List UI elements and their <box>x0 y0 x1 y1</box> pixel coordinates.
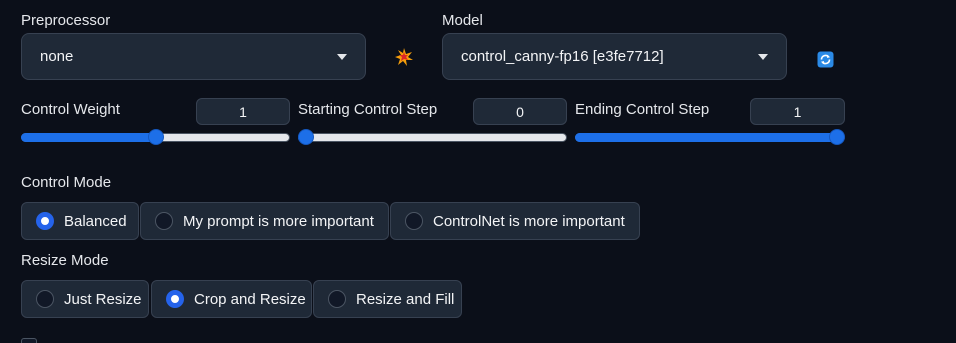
radio-icon <box>36 212 54 230</box>
control-weight-label: Control Weight <box>21 101 120 118</box>
radio-label: Balanced <box>64 212 127 230</box>
slider-fill <box>575 133 837 142</box>
slider-thumb[interactable] <box>298 129 314 145</box>
preprocessor-value: none <box>40 48 74 65</box>
control-mode-option-prompt[interactable]: My prompt is more important <box>140 202 389 240</box>
chevron-down-icon <box>758 53 768 60</box>
checkbox[interactable] <box>21 338 37 343</box>
slider-thumb[interactable] <box>147 129 164 145</box>
model-value: control_canny-fp16 [e3fe7712] <box>461 48 664 65</box>
collision-icon[interactable] <box>393 46 415 68</box>
starting-step-label: Starting Control Step <box>298 101 438 118</box>
radio-icon <box>36 290 54 308</box>
controlnet-settings-panel: Preprocessor none Model control_canny-fp… <box>0 0 956 343</box>
slider-thumb[interactable] <box>829 129 845 145</box>
resize-mode-label: Resize Mode <box>21 252 109 269</box>
radio-icon <box>166 290 184 308</box>
radio-label: Crop and Resize <box>194 290 306 308</box>
resize-mode-option-resize-and-fill[interactable]: Resize and Fill <box>313 280 462 318</box>
ending-step-label: Ending Control Step <box>575 101 710 118</box>
starting-step-slider[interactable] <box>298 127 567 149</box>
refresh-icon-svg <box>817 51 833 67</box>
radio-label: Just Resize <box>64 290 142 308</box>
radio-icon <box>405 212 423 230</box>
control-mode-option-balanced[interactable]: Balanced <box>21 202 139 240</box>
preprocessor-label: Preprocessor <box>21 12 111 29</box>
slider-fill <box>21 133 156 142</box>
ending-step-input[interactable] <box>750 98 845 125</box>
radio-icon <box>328 290 346 308</box>
radio-label: ControlNet is more important <box>433 212 625 230</box>
model-dropdown[interactable]: control_canny-fp16 [e3fe7712] <box>442 33 787 80</box>
control-weight-input[interactable] <box>196 98 290 125</box>
starting-step-input[interactable] <box>473 98 567 125</box>
slider-track <box>298 133 567 142</box>
control-mode-option-controlnet[interactable]: ControlNet is more important <box>390 202 640 240</box>
radio-label: My prompt is more important <box>183 212 374 230</box>
radio-label: Resize and Fill <box>356 290 455 308</box>
resize-mode-option-crop-and-resize[interactable]: Crop and Resize <box>151 280 312 318</box>
resize-mode-option-just-resize[interactable]: Just Resize <box>21 280 149 318</box>
model-label: Model <box>442 12 483 29</box>
collision-icon-svg <box>395 48 413 66</box>
preprocessor-dropdown[interactable]: none <box>21 33 366 80</box>
control-weight-slider[interactable] <box>21 127 290 149</box>
chevron-down-icon <box>337 53 347 60</box>
radio-icon <box>155 212 173 230</box>
refresh-icon[interactable] <box>814 48 836 70</box>
ending-step-slider[interactable] <box>575 127 845 149</box>
control-mode-label: Control Mode <box>21 174 112 191</box>
